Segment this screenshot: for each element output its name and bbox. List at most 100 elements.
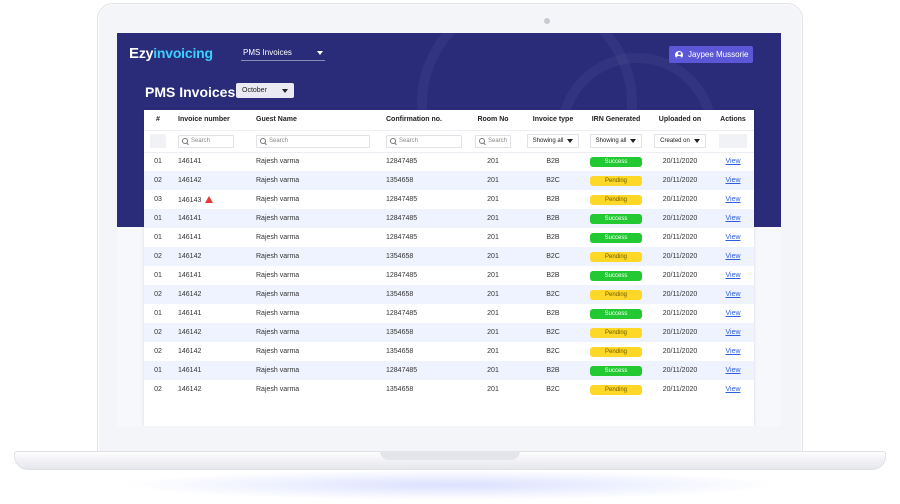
table-row: 01 146141 Rajesh varma 12847485 201 B2B Succes… <box>144 152 754 171</box>
table-row: 02 146142 Rajesh varma 1354658 201 B2C Pending… <box>144 323 754 342</box>
table-row: 01 146141 Rajesh varma 12847485 201 B2B Succes… <box>144 266 754 285</box>
table-row: 03 146143 Rajesh varma 12847485 201 B2B Pendin… <box>144 190 754 209</box>
page-title: PMS Invoices <box>145 84 236 100</box>
view-link[interactable]: View <box>725 253 740 260</box>
laptop-shadow <box>120 470 780 500</box>
search-placeholder: Search <box>399 138 419 144</box>
actions-cell: View <box>712 342 754 361</box>
camera-icon <box>544 18 550 24</box>
view-link[interactable]: View <box>725 367 740 374</box>
irn-status-badge: Success <box>590 213 642 224</box>
guest-search-input[interactable]: Search <box>256 134 370 148</box>
view-link[interactable]: View <box>725 348 740 355</box>
view-link[interactable]: View <box>725 386 740 393</box>
irn-status-badge: Pending <box>590 384 642 395</box>
month-select[interactable]: October <box>236 83 294 98</box>
view-link[interactable]: View <box>725 158 740 165</box>
invoice-number-cell: 146141 <box>172 361 250 380</box>
invoice-type: B2B <box>546 196 560 203</box>
uploaded-filter[interactable]: Created on <box>654 134 706 148</box>
row-number: 02 <box>144 285 172 304</box>
irn-status-cell: Pending <box>584 323 648 342</box>
view-link[interactable]: View <box>725 196 740 203</box>
invoice-type: B2B <box>522 361 584 380</box>
month-select-label: October <box>242 87 267 94</box>
column-header-room: Room No <box>464 110 522 131</box>
invoice-number: 146141 <box>178 310 202 317</box>
search-placeholder: Search <box>488 138 508 144</box>
uploaded-filter-label: Created on <box>660 138 690 144</box>
user-menu-button[interactable]: Jaypee Mussorie <box>669 46 753 63</box>
invoice-search-input[interactable]: Search <box>178 134 234 148</box>
irn-filter[interactable]: Showing all <box>589 134 643 148</box>
table-body: 01 146141 Rajesh varma 12847485 201 B2B Succes… <box>144 152 754 399</box>
user-icon <box>675 50 683 59</box>
guest-name: Rajesh varma <box>256 310 300 317</box>
room-number: 201 <box>464 247 522 266</box>
search-placeholder: Search <box>191 138 211 144</box>
invoice-number: 146141 <box>178 272 202 279</box>
view-link[interactable]: View <box>725 291 740 298</box>
table-row: 02 146142 Rajesh varma 1354658 201 B2C Pending… <box>144 342 754 361</box>
row-number: 02 <box>154 386 162 393</box>
row-number: 02 <box>154 348 162 355</box>
uploaded-date: 20/11/2020 <box>662 348 698 355</box>
column-header-uploaded: Uploaded on <box>648 110 712 131</box>
row-number: 02 <box>144 323 172 342</box>
invoice-type-filter[interactable]: Showing all <box>526 134 580 148</box>
view-link[interactable]: View <box>725 215 740 222</box>
view-link[interactable]: View <box>725 329 740 336</box>
invoice-type: B2B <box>546 310 560 317</box>
room-number: 201 <box>487 348 499 355</box>
view-link[interactable]: View <box>725 234 740 241</box>
uploaded-date: 20/11/2020 <box>662 158 698 166</box>
row-number: 01 <box>154 158 162 166</box>
room-number: 201 <box>464 323 522 342</box>
view-link[interactable]: View <box>725 177 740 184</box>
invoice-number-cell: 146141 <box>172 228 250 247</box>
uploaded-date: 20/11/2020 <box>648 323 712 342</box>
app-screen: E zy invoicing PMS Invoices Jaypee Musso… <box>117 33 781 426</box>
view-link[interactable]: View <box>725 272 740 279</box>
invoice-type-filter-label: Showing all <box>532 138 564 144</box>
confirmation-number: 12847485 <box>380 361 464 380</box>
irn-status-cell: Success <box>584 228 648 247</box>
invoice-type: B2B <box>546 234 560 241</box>
room-number: 201 <box>464 361 522 380</box>
chevron-down-icon <box>567 139 574 143</box>
room-search-input[interactable]: Search <box>475 134 511 148</box>
irn-status-badge: Success <box>590 156 642 167</box>
search-icon <box>390 138 396 144</box>
invoice-number: 146141 <box>178 215 202 222</box>
invoice-number: 146142 <box>178 348 202 355</box>
table-row: 02 146142 Rajesh varma 1354658 201 B2C Pending… <box>144 380 754 399</box>
invoice-number-cell: 146142 <box>172 380 250 399</box>
guest-name: Rajesh varma <box>256 196 300 203</box>
warning-icon <box>205 195 214 203</box>
actions-cell: View <box>712 228 754 247</box>
guest-name: Rajesh varma <box>256 158 300 166</box>
column-header-type: Invoice type <box>522 110 584 131</box>
room-number: 201 <box>487 386 499 393</box>
table-row: 01 146141 Rajesh varma 12847485 201 B2B Succes… <box>144 361 754 380</box>
confirmation-search-input[interactable]: Search <box>386 134 462 148</box>
row-number: 02 <box>144 247 172 266</box>
irn-status-badge: Pending <box>590 175 642 186</box>
row-number: 01 <box>144 361 172 380</box>
actions-cell: View <box>712 323 754 342</box>
module-select[interactable]: PMS Invoices <box>241 45 325 61</box>
column-header-invoice: Invoice number <box>172 110 250 131</box>
actions-cell: View <box>712 361 754 380</box>
invoice-number: 146142 <box>178 386 202 393</box>
invoice-number-cell: 146141 <box>172 266 250 285</box>
irn-status-badge: Pending <box>590 327 642 338</box>
invoice-type: B2B <box>546 158 560 166</box>
irn-status-cell: Pending <box>584 380 648 399</box>
column-header-confirmation: Confirmation no. <box>380 110 464 131</box>
irn-status-badge: Success <box>590 270 642 281</box>
irn-status-cell: Pending <box>584 247 648 266</box>
app-logo[interactable]: E zy invoicing <box>129 45 213 62</box>
invoice-number: 146141 <box>178 158 202 166</box>
module-select-label: PMS Invoices <box>243 48 292 57</box>
view-link[interactable]: View <box>725 310 740 317</box>
